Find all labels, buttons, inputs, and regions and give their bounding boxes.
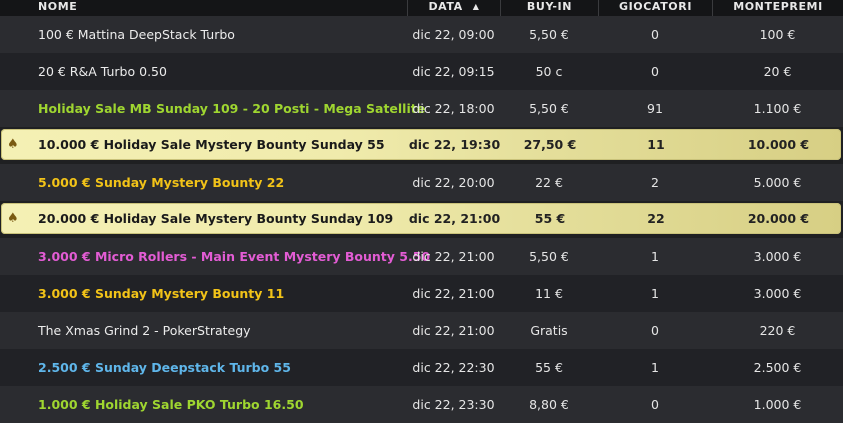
cell-name: 20 € R&A Turbo 0.50 bbox=[38, 64, 167, 79]
cell-players: 2 bbox=[651, 175, 659, 190]
cell-name: 5.000 € Sunday Mystery Bounty 22 bbox=[38, 175, 285, 190]
cell-name: The Xmas Grind 2 - PokerStrategy bbox=[38, 323, 251, 338]
column-header-label: GIOCATORI bbox=[618, 0, 693, 13]
cell-date: dic 22, 18:00 bbox=[412, 101, 495, 116]
cell-date: dic 22, 20:00 bbox=[412, 175, 495, 190]
cell-buyin: 8,80 € bbox=[529, 397, 569, 412]
cell-prize: 1.100 € bbox=[753, 101, 802, 116]
cell-date: dic 22, 23:30 bbox=[412, 397, 495, 412]
cell-name: 100 € Mattina DeepStack Turbo bbox=[38, 27, 235, 42]
cell-players: 22 bbox=[647, 211, 665, 226]
cell-buyin: 22 € bbox=[535, 175, 563, 190]
table-row[interactable]: The Xmas Grind 2 - PokerStrategy dic 22, … bbox=[0, 312, 843, 349]
cell-date: dic 22, 21:00 bbox=[412, 286, 495, 301]
cell-prize: 5.000 € bbox=[753, 175, 802, 190]
table-row[interactable]: 2.500 € Sunday Deepstack Turbo 55 dic 22,… bbox=[0, 349, 843, 386]
column-header-label: MONTEPREMI bbox=[733, 0, 823, 13]
cell-buyin: 5,50 € bbox=[529, 249, 569, 264]
table-row[interactable]: 100 € Mattina DeepStack Turbo dic 22, 09:… bbox=[0, 16, 843, 53]
table-row[interactable]: 3.000 € Micro Rollers - Main Event Myste… bbox=[0, 238, 843, 275]
column-header-label: NOME bbox=[38, 0, 78, 13]
column-header-label: BUY-IN bbox=[526, 0, 573, 13]
cell-prize: 20 € bbox=[763, 64, 792, 79]
cell-name: 3.000 € Micro Rollers - Main Event Myste… bbox=[38, 249, 431, 264]
cell-prize: 20.000 € bbox=[747, 211, 810, 226]
table-row-featured[interactable]: ♠ 20.000 € Holiday Sale Mystery Bounty Su… bbox=[1, 203, 841, 234]
table-row[interactable]: 3.000 € Sunday Mystery Bounty 11 dic 22, … bbox=[0, 275, 843, 312]
cell-players: 0 bbox=[651, 27, 659, 42]
cell-prize: 1.000 € bbox=[753, 397, 802, 412]
table-header: NOME DATA ▲ BUY-IN GIOCATORI MONTEPREMI bbox=[0, 0, 843, 16]
cell-name: 20.000 € Holiday Sale Mystery Bounty Sun… bbox=[38, 211, 394, 226]
table-row[interactable]: 1.000 € Holiday Sale PKO Turbo 16.50 dic … bbox=[0, 386, 843, 423]
cell-players: 11 bbox=[647, 137, 665, 152]
cell-name: 2.500 € Sunday Deepstack Turbo 55 bbox=[38, 360, 291, 375]
cell-players: 1 bbox=[651, 360, 659, 375]
cell-buyin: 5,50 € bbox=[529, 101, 569, 116]
cell-buyin: 50 c bbox=[535, 64, 563, 79]
cell-buyin: 11 € bbox=[535, 286, 563, 301]
cell-date: dic 22, 21:00 bbox=[412, 249, 495, 264]
column-header-giocatori[interactable]: GIOCATORI bbox=[598, 0, 712, 16]
cell-prize: 3.000 € bbox=[753, 249, 802, 264]
cell-players: 1 bbox=[651, 249, 659, 264]
column-header-label: DATA bbox=[428, 0, 463, 13]
cell-players: 0 bbox=[651, 397, 659, 412]
cell-players: 91 bbox=[647, 101, 663, 116]
table-row[interactable]: Holiday Sale MB Sunday 109 - 20 Posti - … bbox=[0, 90, 843, 127]
cell-date: dic 22, 22:30 bbox=[412, 360, 495, 375]
cell-name: 3.000 € Sunday Mystery Bounty 11 bbox=[38, 286, 285, 301]
column-header-data[interactable]: DATA ▲ bbox=[407, 0, 500, 16]
cell-date: dic 22, 21:00 bbox=[412, 323, 495, 338]
table-row[interactable]: 5.000 € Sunday Mystery Bounty 22 dic 22, … bbox=[0, 164, 843, 201]
cell-buyin: 55 € bbox=[535, 360, 563, 375]
sort-up-icon: ▲ bbox=[472, 2, 480, 11]
cell-players: 1 bbox=[651, 286, 659, 301]
cell-date: dic 22, 19:30 bbox=[408, 137, 501, 152]
column-header-nome[interactable]: NOME bbox=[0, 0, 407, 16]
cell-prize: 10.000 € bbox=[747, 137, 810, 152]
cell-buyin: 55 € bbox=[534, 211, 566, 226]
cell-buyin: 5,50 € bbox=[529, 27, 569, 42]
cell-name: 1.000 € Holiday Sale PKO Turbo 16.50 bbox=[38, 397, 304, 412]
cell-prize: 3.000 € bbox=[753, 286, 802, 301]
cell-buyin: 27,50 € bbox=[523, 137, 577, 152]
cell-date: dic 22, 09:15 bbox=[412, 64, 495, 79]
cell-players: 0 bbox=[651, 323, 659, 338]
table-row-featured[interactable]: ♠ 10.000 € Holiday Sale Mystery Bounty Su… bbox=[1, 129, 841, 160]
cell-prize: 100 € bbox=[759, 27, 796, 42]
column-header-montepremi[interactable]: MONTEPREMI bbox=[712, 0, 843, 16]
column-header-buyin[interactable]: BUY-IN bbox=[500, 0, 598, 16]
cell-date: dic 22, 09:00 bbox=[412, 27, 495, 42]
cell-buyin: Gratis bbox=[530, 323, 568, 338]
cell-name: Holiday Sale MB Sunday 109 - 20 Posti - … bbox=[38, 101, 426, 116]
cell-players: 0 bbox=[651, 64, 659, 79]
table-row[interactable]: 20 € R&A Turbo 0.50 dic 22, 09:15 50 c 0 20 … bbox=[0, 53, 843, 90]
cell-prize: 2.500 € bbox=[753, 360, 802, 375]
cell-name: 10.000 € Holiday Sale Mystery Bounty Sun… bbox=[38, 137, 385, 152]
cell-prize: 220 € bbox=[759, 323, 796, 338]
cell-date: dic 22, 21:00 bbox=[408, 211, 501, 226]
